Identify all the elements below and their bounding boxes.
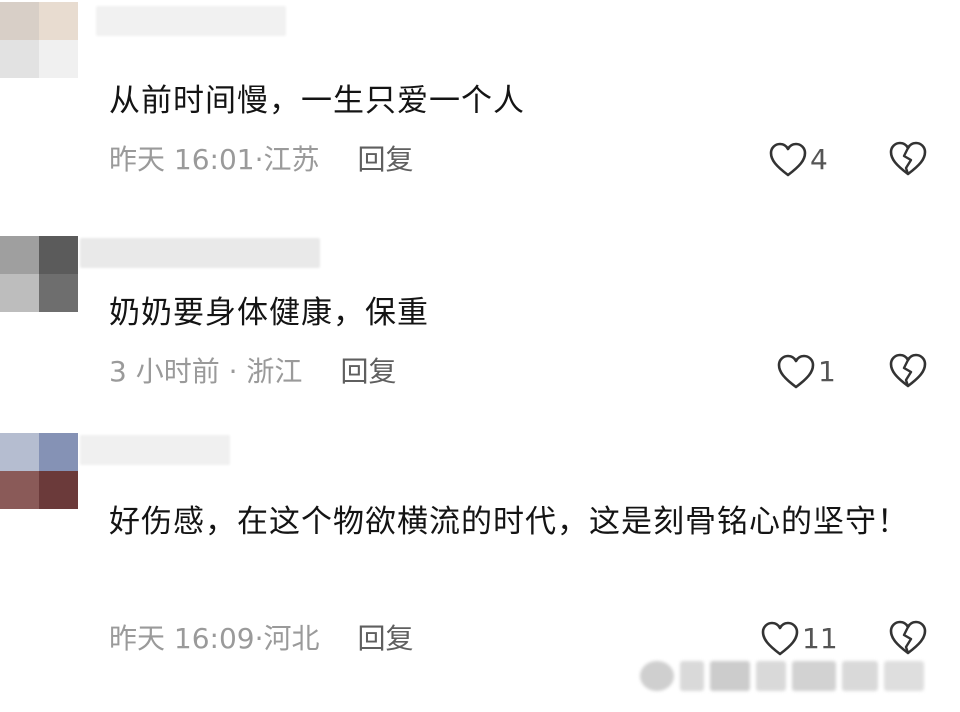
comment-meta: 昨天 16:01·江苏 回复	[109, 140, 414, 180]
comment-meta: 昨天 16:09·河北 回复	[109, 619, 414, 659]
comment-item: 奶奶要身体健康，保重 3 小时前 · 浙江 回复 1	[0, 210, 960, 425]
like-count: 4	[810, 143, 828, 176]
broken-heart-icon	[889, 353, 927, 388]
avatar-pixel	[39, 471, 78, 509]
watermark-glyph	[792, 661, 836, 691]
comment-location: 浙江	[246, 355, 303, 388]
like-count: 1	[818, 355, 836, 388]
avatar-pixel	[0, 236, 39, 274]
dislike-button[interactable]	[888, 140, 928, 180]
like-button[interactable]: 4	[768, 140, 828, 180]
dislike-button[interactable]	[888, 352, 928, 392]
avatar-pixel	[39, 40, 78, 78]
watermark-glyph	[680, 661, 704, 691]
avatar[interactable]	[0, 236, 78, 312]
heart-outline-icon	[769, 142, 807, 177]
username-blurred[interactable]	[80, 435, 230, 465]
like-button[interactable]: 1	[776, 352, 836, 392]
heart-outline-icon	[761, 621, 799, 656]
meta-separator: ·	[254, 622, 264, 655]
avatar-pixel	[39, 433, 78, 471]
username-blurred[interactable]	[80, 238, 320, 268]
comment-text: 奶奶要身体健康，保重	[109, 295, 429, 331]
comment-text: 从前时间慢，一生只爱一个人	[109, 83, 525, 119]
heart-outline-icon	[777, 354, 815, 389]
watermark-glyph	[884, 661, 924, 691]
avatar-pixel	[0, 433, 39, 471]
dislike-button[interactable]	[888, 619, 928, 659]
avatar-pixel	[0, 274, 39, 312]
avatar-pixel	[39, 2, 78, 40]
watermark-glyph	[842, 661, 878, 691]
broken-heart-icon	[889, 620, 927, 655]
avatar[interactable]	[0, 2, 78, 78]
watermark-logo	[640, 661, 674, 691]
watermark-glyph	[756, 661, 786, 691]
comment-time: 昨天 16:09	[109, 622, 255, 655]
comment-location: 河北	[263, 622, 320, 655]
watermark-glyph	[710, 661, 750, 691]
comment-location: 江苏	[263, 143, 320, 176]
username-blurred[interactable]	[96, 6, 286, 36]
watermark-blurred	[640, 654, 940, 698]
avatar-pixel	[0, 471, 39, 509]
like-button[interactable]: 11	[760, 619, 838, 659]
like-count: 11	[802, 622, 838, 655]
comment-time: 3 小时前	[109, 355, 220, 388]
meta-separator: ·	[254, 143, 264, 176]
broken-heart-icon	[889, 141, 927, 176]
comment-meta: 3 小时前 · 浙江 回复	[109, 352, 396, 392]
comment-item: 从前时间慢，一生只爱一个人 昨天 16:01·江苏 回复 4	[0, 0, 960, 210]
reply-button[interactable]: 回复	[358, 143, 414, 176]
avatar-pixel	[39, 274, 78, 312]
meta-separator: ·	[219, 355, 247, 388]
avatar-pixel	[39, 236, 78, 274]
reply-button[interactable]: 回复	[340, 355, 396, 388]
reply-button[interactable]: 回复	[358, 622, 414, 655]
comment-text: 好伤感，在这个物欲横流的时代，这是刻骨铭心的坚守！	[109, 504, 909, 540]
avatar[interactable]	[0, 433, 78, 509]
comment-time: 昨天 16:01	[109, 143, 255, 176]
avatar-pixel	[0, 40, 39, 78]
avatar-pixel	[0, 2, 39, 40]
